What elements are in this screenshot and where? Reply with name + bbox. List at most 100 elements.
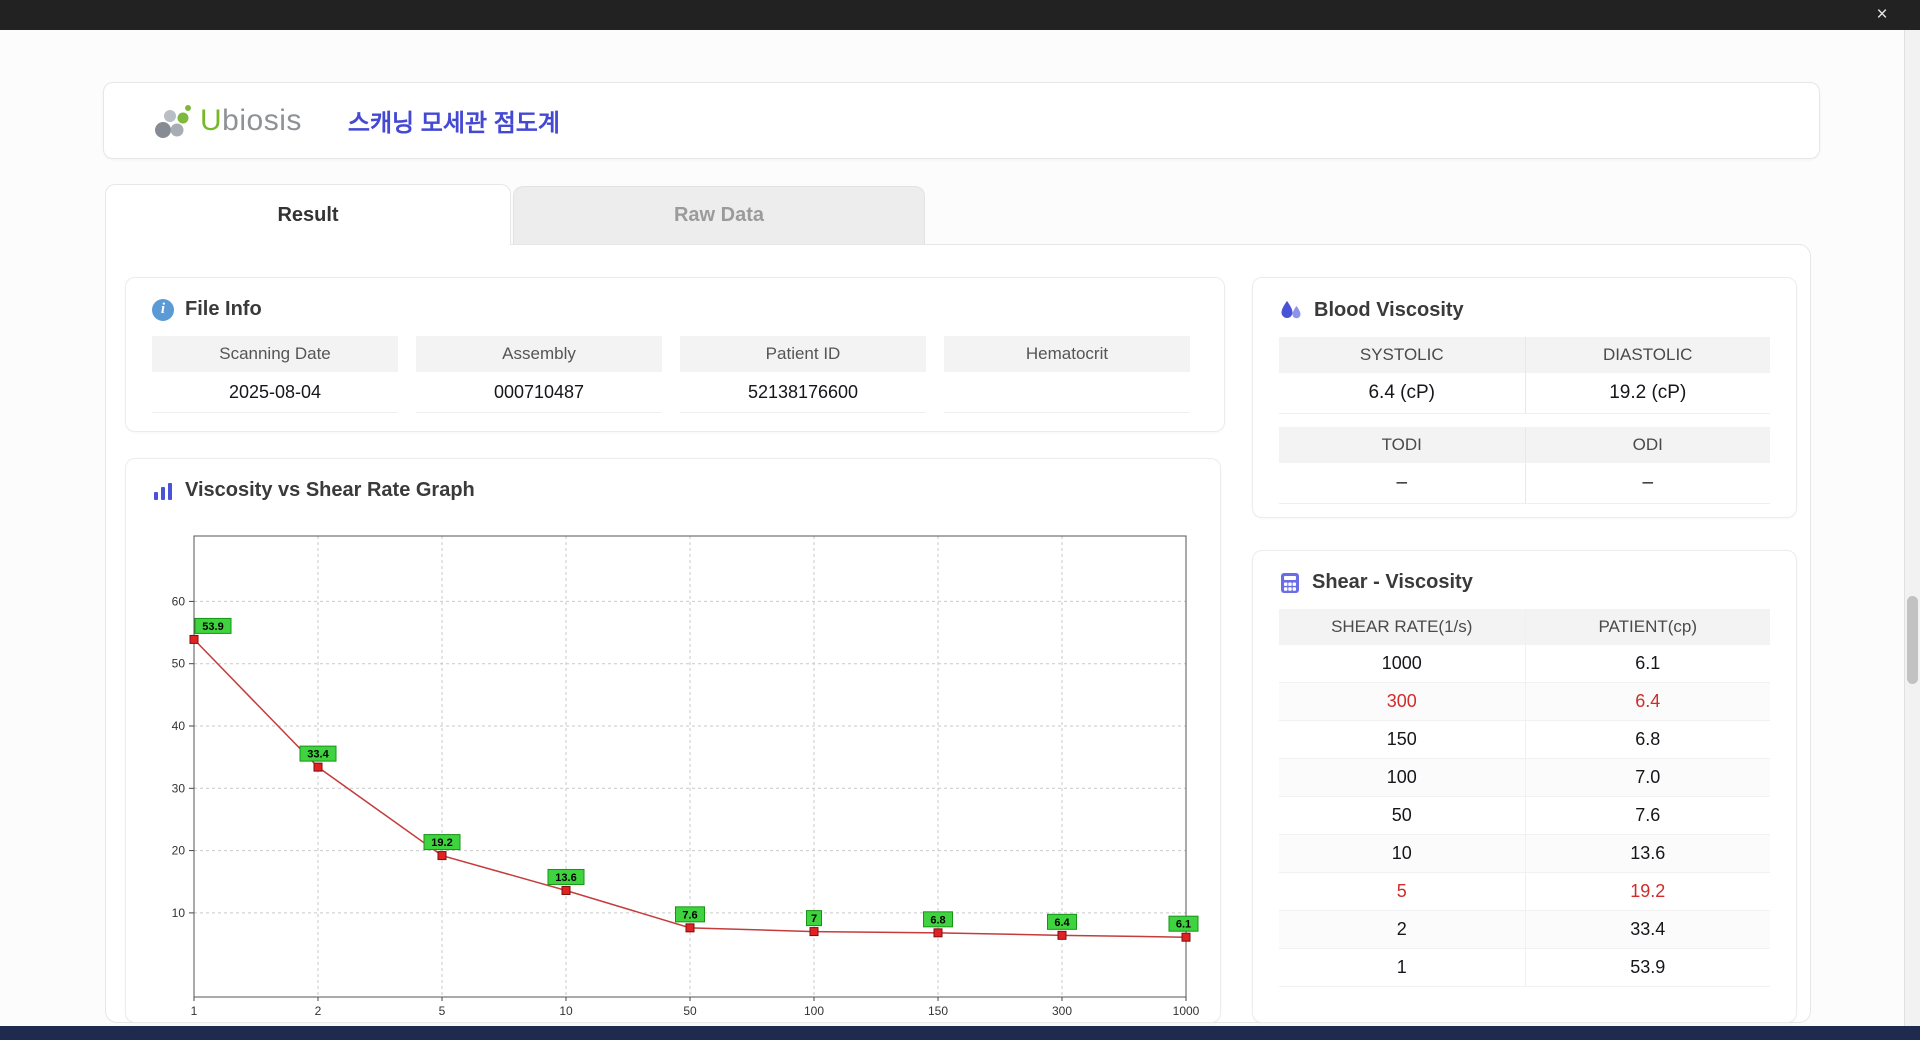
result-panel: i File Info Scanning Date 2025-08-04 Ass… [105,244,1811,1023]
field-value: 2025-08-04 [152,372,398,413]
svg-text:7.6: 7.6 [682,909,697,921]
systolic-value: 6.4 (cP) [1279,373,1525,414]
svg-text:300: 300 [1052,1004,1072,1018]
svg-text:6.1: 6.1 [1176,919,1191,931]
shear-rate-column-header: SHEAR RATE(1/s) [1331,617,1473,636]
shear-rate-cell: 150 [1386,729,1417,749]
file-info-title: File Info [185,298,262,320]
table-row: 50 7.6 [1279,797,1770,835]
shear-rate-cell: 1 [1396,957,1407,977]
svg-text:10: 10 [172,906,186,920]
calculator-icon [1281,572,1299,593]
bottom-edge-bar [0,1026,1920,1040]
field-hematocrit: Hematocrit [944,336,1190,413]
shear-rate-cell: 2 [1396,919,1407,939]
patient-viscosity-cell: 7.6 [1524,797,1771,834]
field-assembly: Assembly 000710487 [416,336,662,413]
blood-viscosity-grid: SYSTOLIC DIASTOLIC 6.4 (cP) 19.2 (cP) TO… [1279,337,1770,504]
bv-value-row: – – [1279,463,1770,504]
shear-viscosity-header: Shear - Viscosity [1253,551,1796,594]
logo-letter-u: U [200,103,223,137]
svg-text:6.4: 6.4 [1054,917,1070,929]
systolic-label: SYSTOLIC [1279,337,1525,373]
svg-text:60: 60 [172,594,186,608]
odi-label: ODI [1524,427,1770,463]
vertical-scrollbar[interactable] [1904,30,1920,1026]
field-value: 52138176600 [680,372,926,413]
bv-label-row: SYSTOLIC DIASTOLIC [1279,337,1770,373]
svg-text:100: 100 [804,1004,824,1018]
shear-rate-cell: 50 [1391,805,1412,825]
shear-viscosity-table: SHEAR RATE(1/s) PATIENT(cp) 1000 6.1 300 6.… [1279,609,1770,987]
field-label: Patient ID [680,336,926,372]
field-scanning-date: Scanning Date 2025-08-04 [152,336,398,413]
table-row: 2 33.4 [1279,911,1770,949]
scrollbar-thumb[interactable] [1907,596,1918,684]
graph-card-title: Viscosity vs Shear Rate Graph [185,479,475,501]
shear-viscosity-card: Shear - Viscosity SHEAR RATE(1/s) PATIEN… [1252,550,1797,1023]
svg-text:40: 40 [172,719,186,733]
svg-text:53.9: 53.9 [202,621,223,633]
bar-chart-icon [154,482,172,500]
shear-rate-cell: 100 [1386,767,1417,787]
tab-result[interactable]: Result [105,184,511,245]
table-header-row: SHEAR RATE(1/s) PATIENT(cp) [1279,609,1770,645]
field-value: 000710487 [416,372,662,413]
page-title: 스캐닝 모세관 점도계 [347,110,560,137]
svg-text:20: 20 [172,844,186,858]
ubiosis-logo-icon [155,104,191,138]
svg-text:150: 150 [928,1004,948,1018]
table-row: 1 53.9 [1279,949,1770,987]
svg-text:5: 5 [439,1004,446,1018]
svg-text:30: 30 [172,781,186,795]
shear-rate-cell: 10 [1391,843,1412,863]
patient-viscosity-cell: 33.4 [1524,911,1771,948]
field-label: Hematocrit [944,336,1190,372]
droplets-icon [1281,301,1301,319]
viscosity-line-chart: 10 20 30 40 50 60 1 2 5 10 50 100 150 300 1000 53.9 33.4… [172,535,1200,1018]
app-header: Ubiosis 스캐닝 모세관 점도계 [103,82,1820,159]
diastolic-value: 19.2 (cP) [1524,373,1770,414]
ubiosis-logo: Ubiosis [150,99,302,143]
blood-viscosity-header: Blood Viscosity [1253,278,1796,322]
shear-viscosity-title: Shear - Viscosity [1312,571,1473,593]
shear-rate-cell: 300 [1386,691,1417,711]
diastolic-label: DIASTOLIC [1524,337,1770,373]
svg-text:2: 2 [315,1004,322,1018]
tab-raw-data[interactable]: Raw Data [513,186,925,244]
svg-text:50: 50 [683,1004,697,1018]
shear-rate-cell: 5 [1396,881,1407,901]
svg-text:1000: 1000 [1173,1004,1200,1018]
table-row: 150 6.8 [1279,721,1770,759]
svg-text:19.2: 19.2 [431,837,452,849]
logo-letters-rest: biosis [222,103,302,137]
odi-value: – [1524,463,1770,504]
patient-viscosity-cell: 53.9 [1524,949,1771,986]
field-label: Assembly [416,336,662,372]
svg-text:1: 1 [191,1004,198,1018]
svg-text:33.4: 33.4 [307,749,329,761]
patient-column-header: PATIENT(cp) [1524,609,1771,645]
patient-viscosity-cell: 7.0 [1524,759,1771,796]
file-info-header: i File Info [126,278,1224,321]
window-titlebar: × [0,0,1920,30]
field-patient-id: Patient ID 52138176600 [680,336,926,413]
patient-viscosity-cell: 6.4 [1524,683,1771,720]
svg-text:6.8: 6.8 [930,914,945,926]
bv-label-row: TODI ODI [1279,427,1770,463]
table-row: 100 7.0 [1279,759,1770,797]
table-body: 1000 6.1 300 6.4 150 6.8 100 7.0 50 7.6 10 13.6 5 19.… [1279,645,1770,987]
chart-area: 10 20 30 40 50 60 1 2 5 10 50 100 150 300 1000 53.9 33.4… [144,513,1204,1023]
viscosity-graph-card: Viscosity vs Shear Rate Graph 10 20 30 40 50… [125,458,1221,1023]
close-icon[interactable]: × [1862,0,1902,30]
bv-value-row: 6.4 (cP) 19.2 (cP) [1279,373,1770,414]
table-row: 5 19.2 [1279,873,1770,911]
patient-viscosity-cell: 6.8 [1524,721,1771,758]
svg-text:13.6: 13.6 [555,872,576,884]
table-row: 10 13.6 [1279,835,1770,873]
table-row: 1000 6.1 [1279,645,1770,683]
patient-viscosity-cell: 13.6 [1524,835,1771,872]
file-info-card: i File Info Scanning Date 2025-08-04 Ass… [125,277,1225,432]
graph-card-header: Viscosity vs Shear Rate Graph [126,459,1220,502]
patient-viscosity-cell: 6.1 [1524,645,1771,682]
